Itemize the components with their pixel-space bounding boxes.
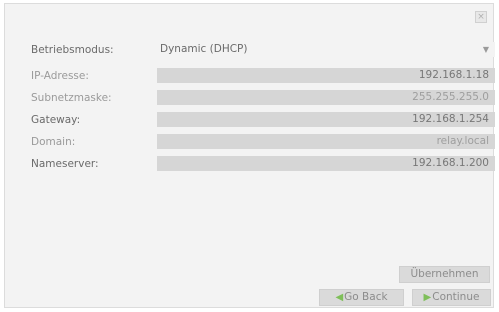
nameserver-label: Nameserver:	[31, 158, 99, 170]
gateway-field[interactable]: 192.168.1.254	[157, 112, 495, 127]
gateway-label: Gateway:	[31, 114, 81, 126]
subnet-mask-label: Subnetzmaske:	[31, 92, 112, 104]
chevron-down-icon[interactable]: ▼	[480, 45, 492, 54]
subnet-mask-field[interactable]: 255.255.255.0	[157, 90, 495, 105]
subnet-mask-row: Subnetzmaske: 255.255.255.0	[5, 90, 495, 106]
arrow-left-icon: ◀	[335, 292, 344, 303]
mode-select[interactable]: Dynamic (DHCP) ▼	[157, 42, 495, 57]
go-back-button[interactable]: ◀Go Back	[319, 289, 404, 306]
nameserver-row: Nameserver: 192.168.1.200	[5, 156, 495, 172]
mode-row: Betriebsmodus: Dynamic (DHCP) ▼	[5, 42, 495, 58]
arrow-right-icon: ▶	[423, 292, 432, 303]
mode-label: Betriebsmodus:	[31, 44, 114, 56]
gateway-row: Gateway: 192.168.1.254	[5, 112, 495, 128]
ip-address-label: IP-Adresse:	[31, 70, 89, 82]
apply-button[interactable]: Übernehmen	[399, 266, 490, 283]
network-settings-dialog: × Betriebsmodus: Dynamic (DHCP) ▼ IP-Adr…	[4, 3, 495, 308]
continue-button-label: Continue	[432, 291, 480, 303]
domain-label: Domain:	[31, 136, 76, 148]
domain-field[interactable]: relay.local	[157, 134, 495, 149]
continue-button[interactable]: ▶Continue	[412, 289, 491, 306]
close-icon[interactable]: ×	[475, 11, 487, 23]
ip-address-row: IP-Adresse: 192.168.1.18	[5, 68, 495, 84]
mode-select-value: Dynamic (DHCP)	[160, 43, 248, 55]
apply-button-label: Übernehmen	[410, 268, 479, 280]
ip-address-field[interactable]: 192.168.1.18	[157, 68, 495, 83]
go-back-button-label: Go Back	[344, 291, 388, 303]
domain-row: Domain: relay.local	[5, 134, 495, 150]
nameserver-field[interactable]: 192.168.1.200	[157, 156, 495, 171]
